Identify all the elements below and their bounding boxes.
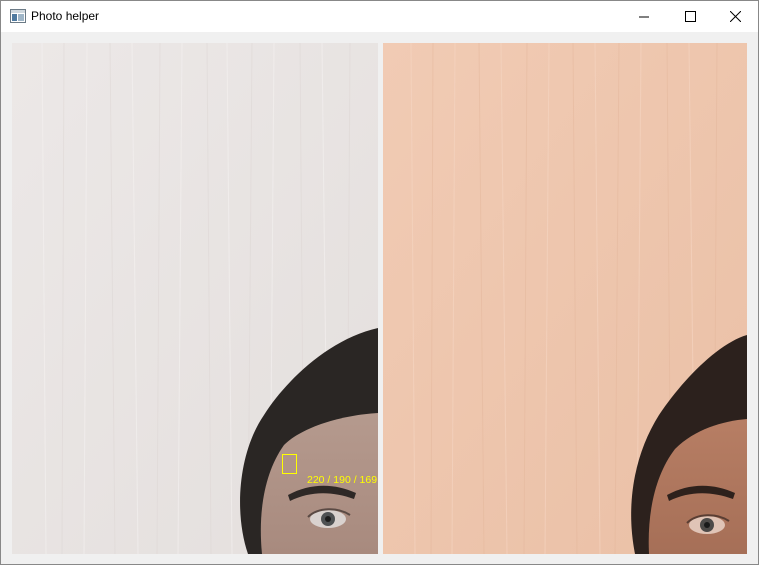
minimize-icon: [639, 12, 649, 22]
client-area: 220 / 190 / 169: [1, 32, 758, 564]
close-icon: [729, 11, 741, 22]
app-window-icon: [10, 9, 26, 23]
adjusted-photo-panel[interactable]: [383, 43, 747, 554]
photo-adjusted: [383, 43, 747, 554]
title-bar[interactable]: Photo helper: [1, 1, 758, 32]
close-button[interactable]: [712, 1, 758, 32]
app-window: Photo helper 220 / 190 / 169: [0, 0, 759, 565]
maximize-icon: [684, 11, 696, 22]
original-photo-panel[interactable]: 220 / 190 / 169: [12, 43, 378, 554]
maximize-button[interactable]: [667, 1, 713, 32]
window-title: Photo helper: [31, 9, 100, 23]
color-sample-readout: 220 / 190 / 169: [307, 474, 378, 486]
color-sample-marker[interactable]: [282, 454, 297, 474]
minimize-button[interactable]: [621, 1, 667, 32]
